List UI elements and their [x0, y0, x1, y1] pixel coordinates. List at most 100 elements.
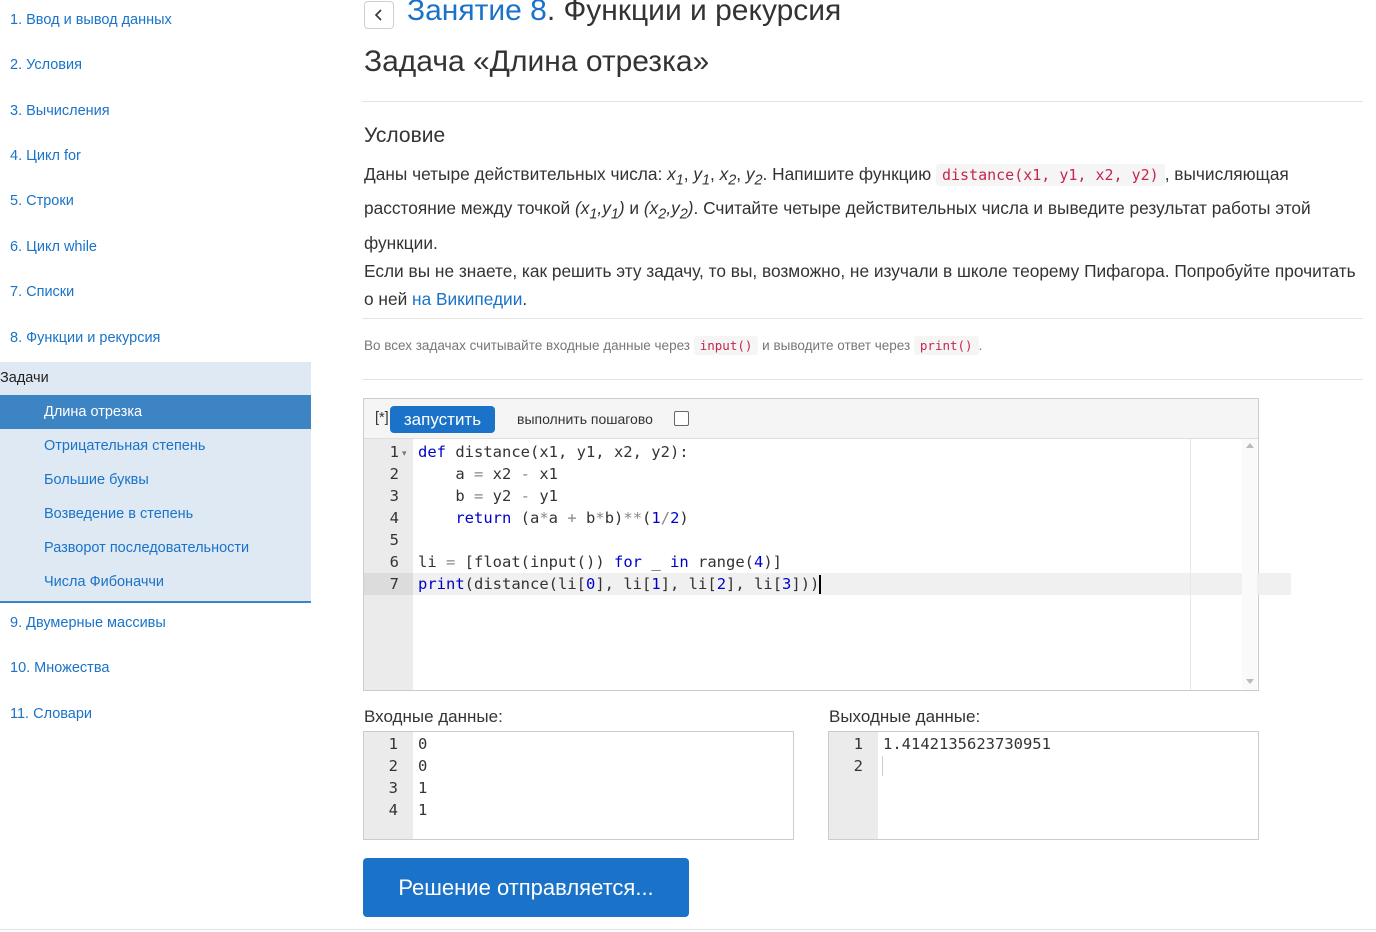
- statement-heading: Условие: [364, 124, 446, 147]
- fold-arrow-icon[interactable]: ▾: [402, 448, 407, 459]
- scroll-up-icon[interactable]: [1246, 443, 1254, 448]
- input-editor[interactable]: 1 2 3 4 0 0 1 1: [363, 731, 794, 840]
- function-signature-code: distance(x1, y1, x2, y2): [935, 164, 1165, 186]
- sidebar-task-capital-letters[interactable]: Большие буквы: [0, 463, 311, 497]
- statement-text-part: . Напишите функцию: [762, 164, 936, 184]
- task-label: Разворот последовательности: [44, 540, 250, 556]
- subscript: 2: [754, 172, 763, 189]
- line-number-text: 7: [389, 575, 399, 593]
- task-label: Возведение в степень: [44, 506, 194, 522]
- sidebar-lesson-1[interactable]: 1. Ввод и вывод данных: [10, 12, 172, 28]
- hint-text: и выводите ответ через: [758, 338, 914, 353]
- editor-scrollbar[interactable]: [1242, 439, 1257, 690]
- task-title: Задача «Длина отрезка»: [364, 45, 710, 78]
- var-x2: x2: [720, 164, 737, 188]
- sidebar-lesson-8[interactable]: 8. Функции и рекурсия: [10, 330, 160, 346]
- hint-text: .: [978, 338, 983, 353]
- statement-text: Даны четыре действительных числа: x1, y1…: [364, 164, 1356, 309]
- io-hint: Во всех задачах считывайте входные данны…: [364, 336, 983, 355]
- input-line: 1: [418, 779, 428, 797]
- subscript: 1: [675, 172, 684, 189]
- line-number: 2: [388, 757, 398, 775]
- step-mode-checkbox[interactable]: [674, 411, 689, 426]
- line-number: 3: [388, 779, 398, 797]
- sidebar-task-negative-power[interactable]: Отрицательная степень: [0, 429, 311, 463]
- var-letter: y: [693, 164, 702, 184]
- text-cursor: [882, 756, 883, 776]
- sidebar-lesson-3[interactable]: 3. Вычисления: [10, 103, 110, 119]
- editor-toolbar: [*] запустить выполнить пошагово: [364, 399, 1258, 439]
- chevron-left-icon: [374, 9, 382, 21]
- point-2: (x2,y2): [643, 198, 694, 223]
- sidebar-lesson-11[interactable]: 11. Словари: [10, 706, 92, 722]
- sidebar-lesson-6[interactable]: 6. Цикл while: [10, 239, 97, 255]
- line-number: 1: [389, 443, 399, 461]
- code-editor-panel: [*] запустить выполнить пошагово 1 ▾ 2 3…: [363, 398, 1291, 691]
- task-label: Отрицательная степень: [44, 438, 206, 454]
- statement-text-part: Даны четыре действительных числа:: [364, 164, 668, 184]
- task-label: Числа Фибоначчи: [44, 574, 165, 590]
- subscript: 2: [728, 172, 737, 189]
- code-line: b = y2 - y1: [418, 487, 559, 505]
- lesson-title-rest: . Функции и рекурсия: [546, 0, 842, 27]
- sidebar-lesson-7[interactable]: 7. Списки: [10, 284, 74, 300]
- back-button[interactable]: [364, 1, 394, 29]
- tasks-header: Задачи: [0, 370, 49, 386]
- task-label: Длина отрезка: [44, 404, 143, 420]
- line-number: 2: [389, 465, 399, 483]
- line-number: 1: [853, 735, 863, 753]
- divider: [362, 101, 1363, 102]
- print-code: print(): [913, 336, 979, 355]
- line-number: 4: [388, 801, 398, 819]
- sidebar-task-fibonacci[interactable]: Числа Фибоначчи: [0, 565, 311, 599]
- sidebar-lesson-5[interactable]: 5. Строки: [10, 193, 74, 209]
- editor-gutter: 1 ▾ 2 3 4 5 6 7: [364, 439, 413, 690]
- input-gutter: 1 2 3 4: [364, 732, 413, 839]
- lesson-link[interactable]: Занятие 8: [407, 0, 547, 27]
- submit-button[interactable]: Решение отправляется...: [363, 858, 689, 917]
- var-y2: y2: [745, 164, 763, 188]
- var-x1: x1: [667, 164, 684, 188]
- scroll-down-icon[interactable]: [1246, 679, 1254, 684]
- input-code: input(): [693, 336, 759, 355]
- line-number: 4: [389, 509, 399, 527]
- var-letter: x: [667, 164, 676, 184]
- input-line: 0: [418, 735, 428, 753]
- code-line: li = [float(input()) for _ in range(4)]: [418, 553, 782, 571]
- line-number: 2: [853, 757, 863, 775]
- divider: [362, 318, 1363, 319]
- tasks-panel: Задачи Длина отрезка Отрицательная степе…: [0, 362, 311, 603]
- divider: [362, 379, 1363, 380]
- line-number: 6: [389, 553, 399, 571]
- sidebar-lesson-2[interactable]: 2. Условия: [10, 57, 82, 73]
- run-button[interactable]: запустить: [390, 406, 495, 433]
- hint-text: Во всех задачах считывайте входные данны…: [364, 338, 694, 353]
- code-input[interactable]: def distance(x1, y1, x2, y2): a = x2 - x…: [413, 439, 1291, 690]
- line-number: 1: [388, 735, 398, 753]
- code-line: def distance(x1, y1, x2, y2):: [418, 443, 689, 461]
- task-label: Большие буквы: [44, 472, 149, 488]
- code-line: print(distance(li[0], li[1], li[2], li[3…: [418, 575, 822, 594]
- text-cursor: [819, 575, 822, 594]
- footer-divider: [0, 929, 1376, 930]
- output-editor[interactable]: 1 2 1.4142135623730951: [828, 731, 1259, 840]
- input-line: 0: [418, 757, 428, 775]
- line-number-active: 7: [364, 573, 413, 595]
- unsaved-indicator: [*]: [375, 410, 389, 426]
- sidebar-task-reverse-sequence[interactable]: Разворот последовательности: [0, 531, 311, 565]
- print-margin: [1190, 439, 1191, 690]
- sidebar-lesson-10[interactable]: 10. Множества: [10, 660, 109, 676]
- code-line: return (a*a + b*b)**(1/2): [455, 509, 689, 527]
- point-1: (x1,y1): [574, 198, 625, 223]
- step-mode-label: выполнить пошагово: [517, 411, 653, 427]
- var-y1: y1: [693, 164, 710, 188]
- statement-text-part: .: [522, 288, 528, 309]
- sidebar-task-segment-length[interactable]: Длина отрезка: [0, 395, 311, 429]
- sidebar-lesson-4[interactable]: 4. Цикл for: [10, 148, 81, 164]
- var-letter: y: [745, 164, 755, 184]
- output-gutter: 1 2: [829, 732, 878, 839]
- sidebar-task-exponentiation[interactable]: Возведение в степень: [0, 497, 311, 531]
- code-line: a = x2 - x1: [418, 465, 559, 483]
- wikipedia-link[interactable]: на Википедии: [412, 289, 522, 309]
- sidebar-lesson-9[interactable]: 9. Двумерные массивы: [10, 615, 166, 631]
